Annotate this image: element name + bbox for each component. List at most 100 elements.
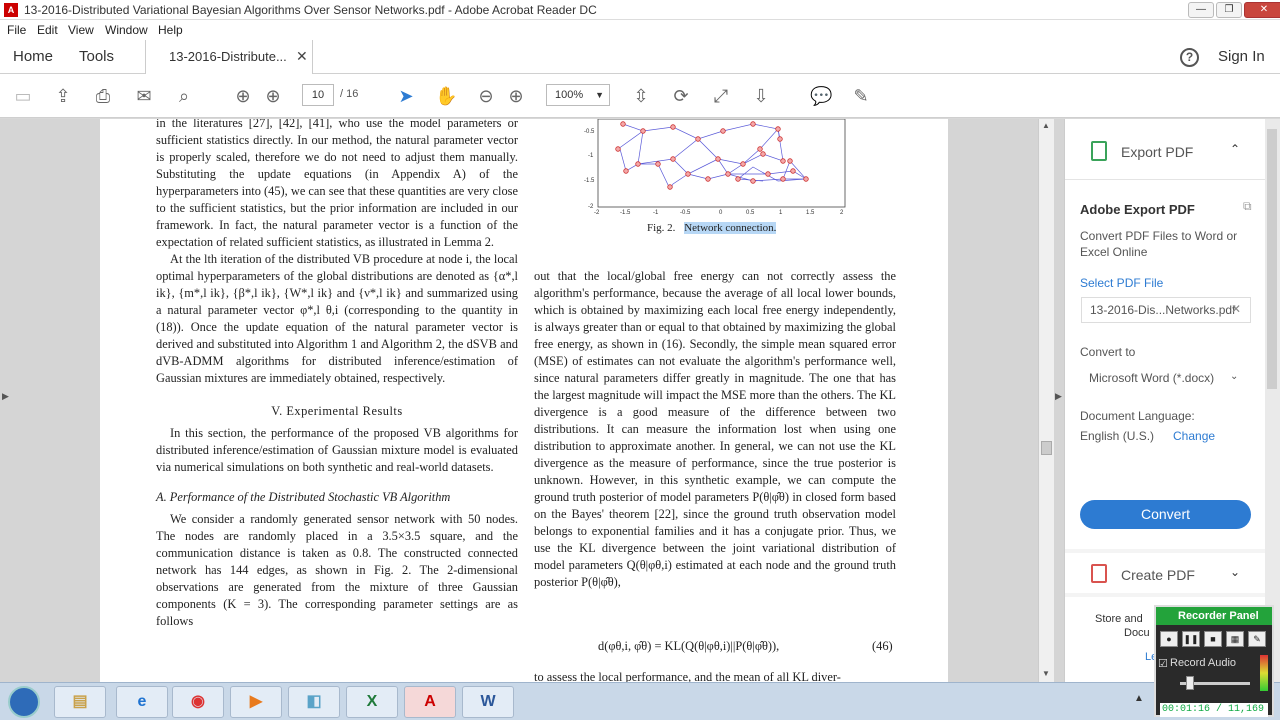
close-tab-icon[interactable]: ✕ <box>296 48 308 65</box>
email-icon[interactable]: ✉ <box>133 85 155 107</box>
comment-icon[interactable]: 💬 <box>810 85 832 107</box>
create-pdf-card[interactable]: Create PDF ⌄ <box>1065 553 1265 593</box>
select-pdf-label: Select PDF File <box>1080 276 1164 290</box>
sign-in-link[interactable]: Sign In <box>1218 48 1265 65</box>
scrollbar-thumb[interactable] <box>1041 441 1052 455</box>
draw-icon[interactable]: ✎ <box>1248 631 1266 647</box>
scroll-down-icon[interactable]: ▼ <box>1042 669 1050 678</box>
pdf-page: -0.5 -1 -1.5 -2 -2 -1.5 -1 -0.5 0 0.5 1 … <box>100 119 948 682</box>
search-icon[interactable]: ⌕ <box>173 85 195 107</box>
x-tick: 0 <box>719 210 723 216</box>
acrobat-icon: A <box>4 3 18 17</box>
prev-page-icon[interactable]: ⊕ <box>232 85 254 107</box>
menu-edit[interactable]: Edit <box>37 23 58 37</box>
explorer-taskbar-icon[interactable]: ▤ <box>54 686 106 718</box>
toolbar: ▭ ⇪ ⎙ ✉ ⌕ ⊕ ⊕ 10 / 16 ➤ ✋ ⊖ ⊕ 100% ▼ ⇳ ⟳ … <box>0 74 1280 118</box>
x-tick: 2 <box>840 210 844 216</box>
close-window-button[interactable]: ✕ <box>1244 2 1280 18</box>
left-panel-toggle-icon[interactable]: ▶ <box>2 391 9 402</box>
x-tick: 1.5 <box>806 210 815 216</box>
caption-highlight[interactable]: Network connection. <box>684 222 777 234</box>
y-tick: -1 <box>588 153 594 159</box>
selected-file-field[interactable]: 13-2016-Dis...Networks.pdf <box>1081 297 1251 323</box>
minimize-button[interactable]: — <box>1188 2 1214 18</box>
help-icon[interactable]: ? <box>1180 48 1199 67</box>
tab-document[interactable]: 13-2016-Distribute... ✕ <box>145 40 313 74</box>
y-tick: -0.5 <box>584 129 595 135</box>
copy-icon[interactable]: ⧉ <box>1243 199 1252 214</box>
upload-icon[interactable]: ⇪ <box>52 85 74 107</box>
excel-taskbar-icon[interactable]: X <box>346 686 398 718</box>
x-tick: -1.5 <box>620 210 631 216</box>
tab-home[interactable]: Home <box>13 48 53 65</box>
recording-time: 00:01:16 / 11,169 <box>1160 703 1268 717</box>
media-taskbar-icon[interactable]: ▶ <box>230 686 282 718</box>
select-cursor-icon[interactable]: ➤ <box>395 85 417 107</box>
convert-to-select[interactable]: Microsoft Word (*.docx) <box>1081 366 1251 392</box>
zoom-value: 100% <box>555 89 584 101</box>
zoom-in-icon[interactable]: ⊕ <box>505 85 527 107</box>
zoom-select[interactable]: 100% ▼ <box>546 84 610 106</box>
y-tick-labels: -0.5 -1 -1.5 -2 <box>584 129 595 210</box>
right-column: out that the local/global free energy ca… <box>534 268 896 591</box>
start-button[interactable] <box>8 686 40 718</box>
zoom-out-icon[interactable]: ⊖ <box>475 85 497 107</box>
word-taskbar-icon[interactable]: W <box>462 686 514 718</box>
store-text: Store and <box>1095 613 1143 625</box>
y-tick: -1.5 <box>584 178 595 184</box>
acrobat-taskbar-icon[interactable]: A <box>404 686 456 718</box>
chevron-down-icon: ▼ <box>595 90 604 100</box>
x-tick: -1 <box>653 210 659 216</box>
export-pdf-title[interactable]: Export PDF <box>1121 144 1193 160</box>
create-pdf-title[interactable]: Create PDF <box>1121 567 1195 583</box>
chevron-down-icon[interactable]: ⌄ <box>1230 565 1240 579</box>
vertical-scrollbar[interactable]: ▲ ▼ <box>1038 119 1054 682</box>
adobe-export-title: Adobe Export PDF <box>1080 202 1195 217</box>
rotate-icon[interactable]: ⟳ <box>670 85 692 107</box>
selected-file-name: 13-2016-Dis...Networks.pdf <box>1090 303 1236 317</box>
fit-page-icon[interactable]: ⇳ <box>630 85 652 107</box>
fullscreen-icon[interactable]: ⤢ <box>710 85 732 107</box>
volume-slider-handle[interactable] <box>1186 676 1194 690</box>
tray-up-icon[interactable]: ▲ <box>1134 693 1144 704</box>
hand-tool-icon[interactable]: ✋ <box>435 85 457 107</box>
collapse-panel-icon[interactable]: ▶ <box>1055 391 1062 402</box>
checkbox-icon[interactable]: ☑ <box>1158 657 1168 670</box>
app-taskbar-icon[interactable]: ◧ <box>288 686 340 718</box>
panel-scrollbar-thumb[interactable] <box>1267 129 1277 389</box>
menu-file[interactable]: File <box>7 23 26 37</box>
store-text-2: Docu <box>1124 627 1150 639</box>
chrome-taskbar-icon[interactable]: ◉ <box>172 686 224 718</box>
document-viewport[interactable]: ▶ -0.5 -1 -1.5 -2 -2 -1.5 -1 -0.5 0 0.5 … <box>0 119 1064 682</box>
doc-language-value: English (U.S.) <box>1080 429 1155 443</box>
ie-taskbar-icon[interactable]: e <box>116 686 168 718</box>
menu-view[interactable]: View <box>68 23 94 37</box>
figure-caption: Fig. 2. Network connection. <box>647 222 777 234</box>
menu-help[interactable]: Help <box>158 23 183 37</box>
record-audio-label[interactable]: Record Audio <box>1170 657 1236 669</box>
panel-scrollbar[interactable] <box>1265 119 1280 682</box>
save-icon[interactable]: ▭ <box>12 85 34 107</box>
export-pdf-card: Export PDF ⌃ Adobe Export PDF ⧉ Convert … <box>1065 119 1265 549</box>
pause-icon[interactable]: ❚❚ <box>1182 631 1200 647</box>
scroll-mode-icon[interactable]: ⇩ <box>750 85 772 107</box>
paragraph: out that the local/global free energy ca… <box>534 269 896 589</box>
clear-file-icon[interactable]: ✕ <box>1231 302 1241 316</box>
scroll-up-icon[interactable]: ▲ <box>1042 121 1050 130</box>
tab-tools[interactable]: Tools <box>79 48 114 65</box>
settings-icon[interactable]: ▦ <box>1226 631 1244 647</box>
equation-number: (46) <box>872 639 893 653</box>
next-page-icon[interactable]: ⊕ <box>262 85 284 107</box>
change-language-link[interactable]: Change <box>1173 429 1215 443</box>
x-tick: 0.5 <box>746 210 755 216</box>
print-icon[interactable]: ⎙ <box>92 85 114 107</box>
chevron-up-icon[interactable]: ⌃ <box>1230 142 1240 156</box>
stop-icon[interactable]: ■ <box>1204 631 1222 647</box>
menu-window[interactable]: Window <box>105 23 148 37</box>
record-icon[interactable]: ● <box>1160 631 1178 647</box>
page-number-input[interactable]: 10 <box>302 84 334 106</box>
maximize-button[interactable]: ❐ <box>1216 2 1242 18</box>
network-figure: -0.5 -1 -1.5 -2 -2 -1.5 -1 -0.5 0 0.5 1 … <box>584 119 846 216</box>
highlight-pen-icon[interactable]: ✎ <box>850 85 872 107</box>
convert-button[interactable]: Convert <box>1080 500 1251 529</box>
